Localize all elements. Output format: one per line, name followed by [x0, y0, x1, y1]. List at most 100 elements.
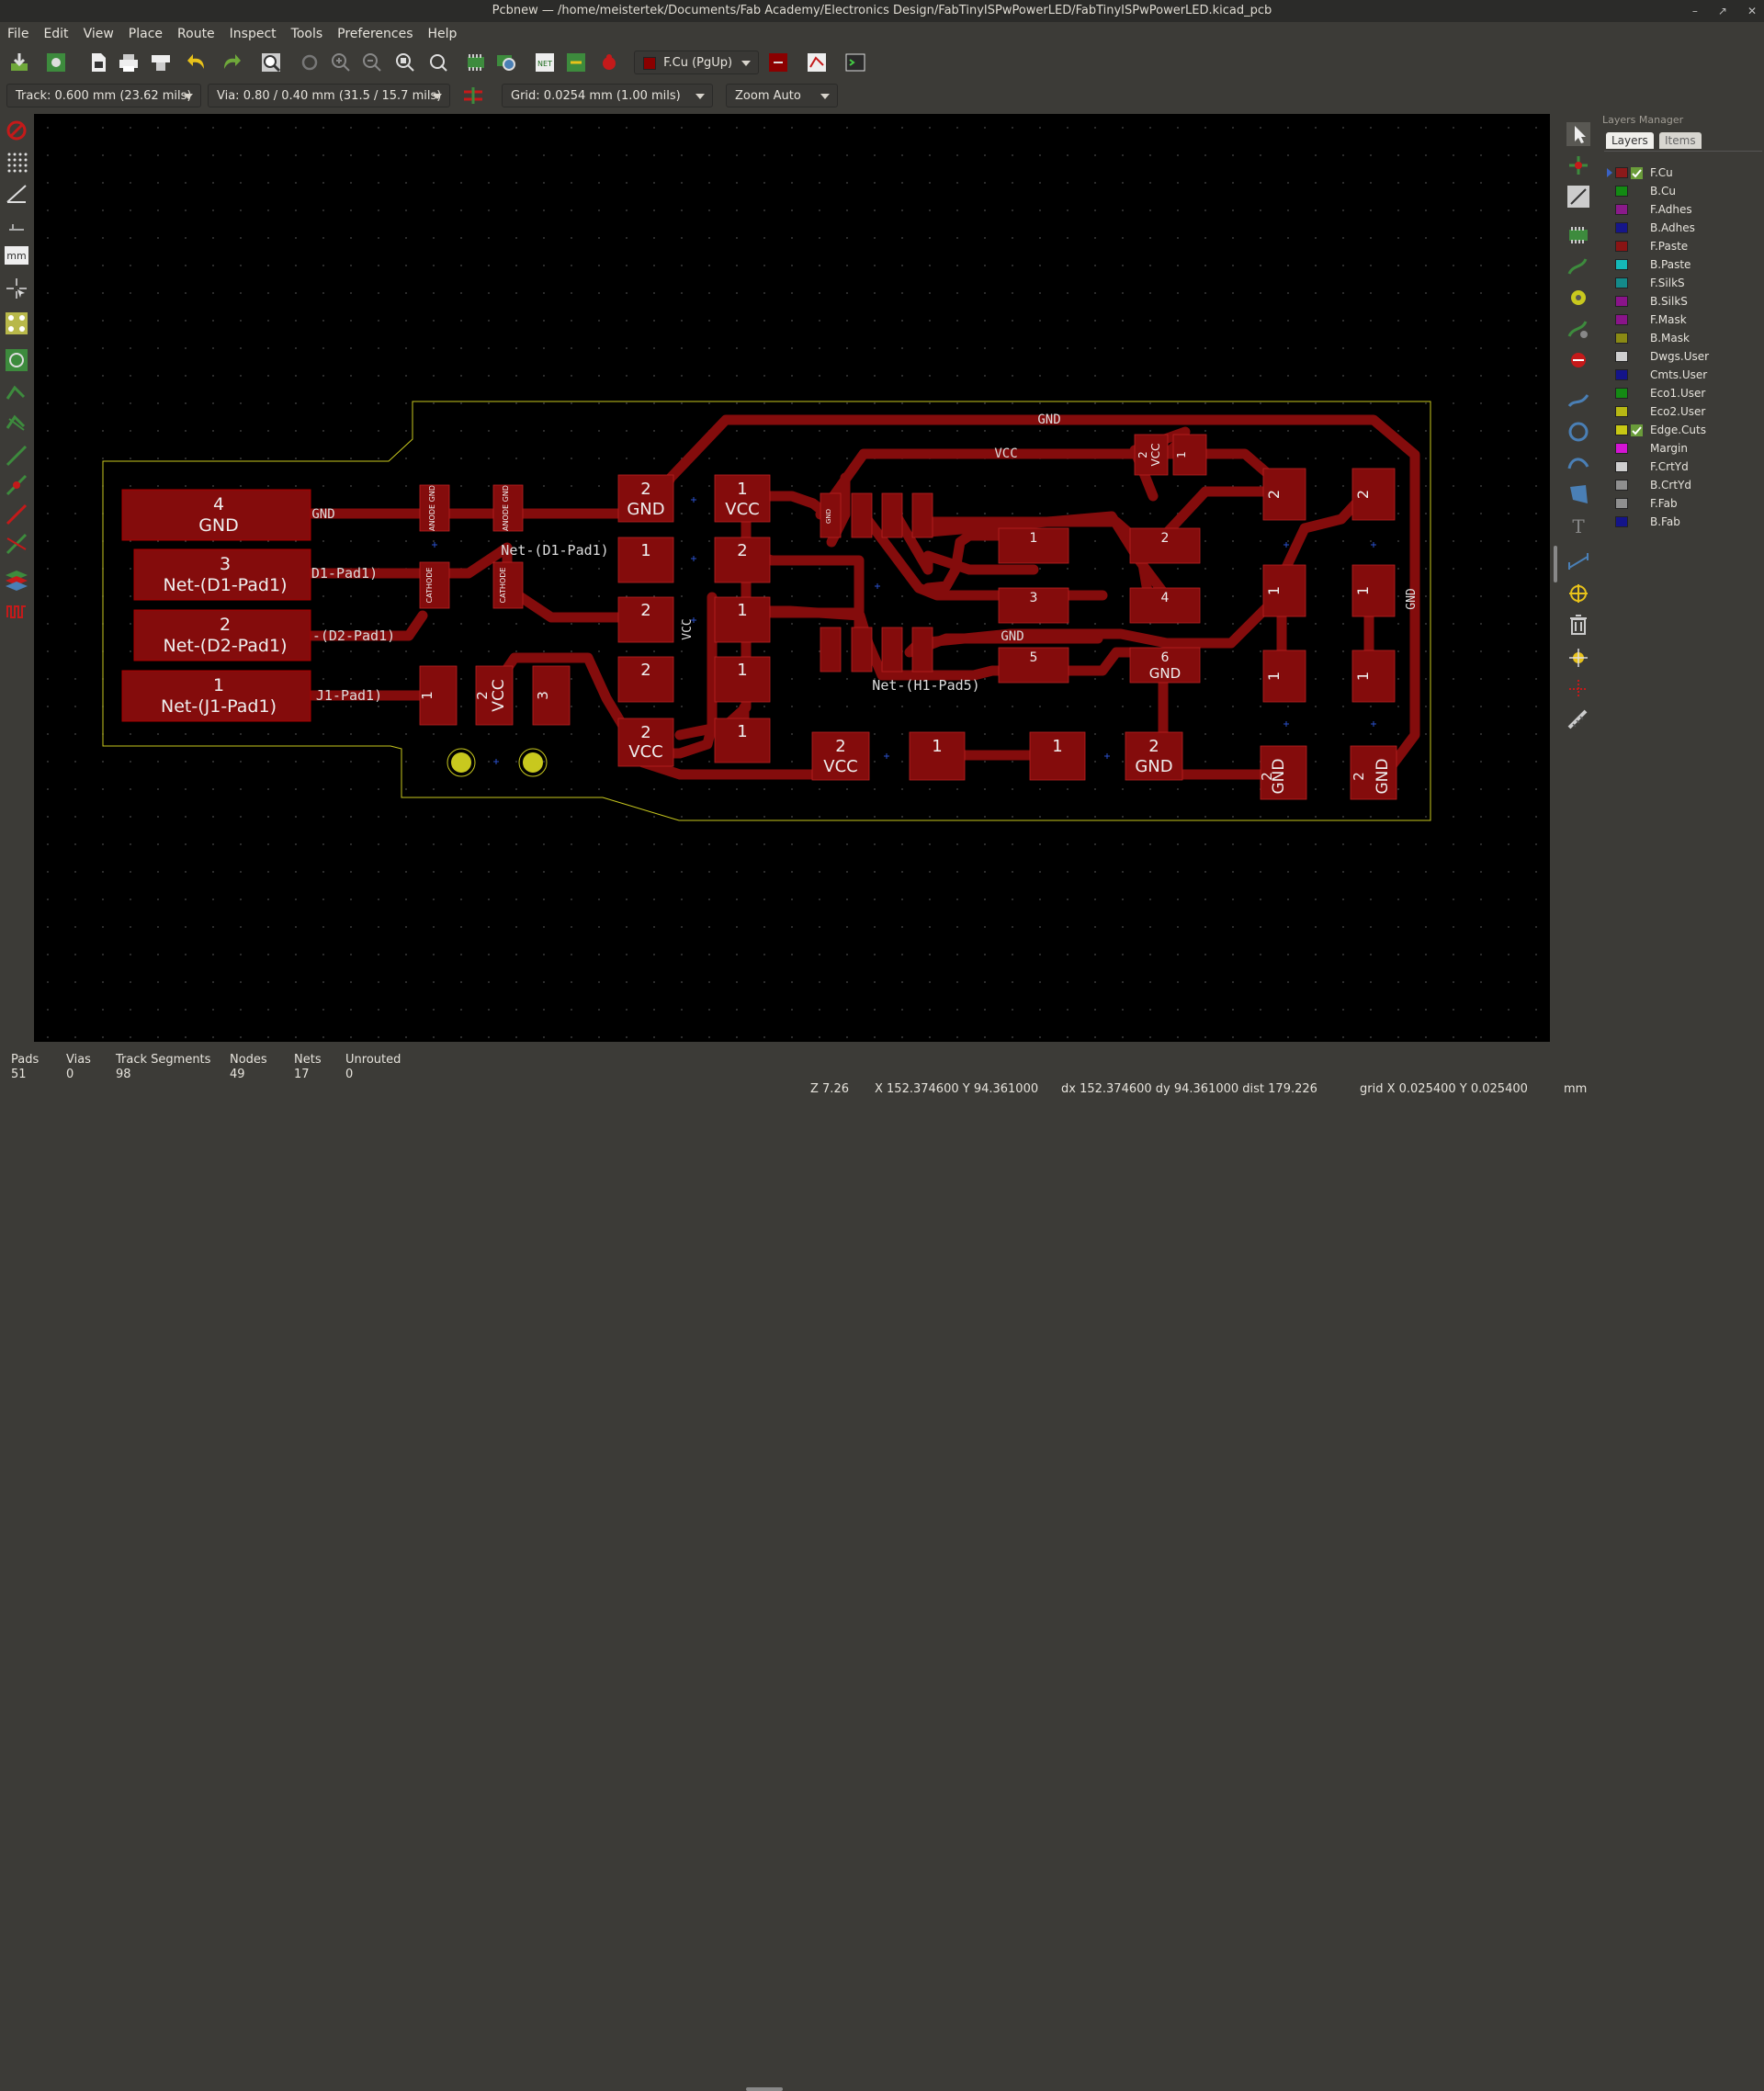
drill-origin-icon[interactable]: [1566, 645, 1591, 671]
add-footprint-icon[interactable]: [1566, 222, 1591, 248]
delete-icon[interactable]: [1566, 612, 1591, 638]
layers-manager-icon[interactable]: [4, 568, 29, 593]
layer-row[interactable]: F.Adhes: [1606, 200, 1692, 219]
layer-color-swatch[interactable]: [1615, 480, 1628, 491]
via-sketch-icon[interactable]: [4, 472, 29, 498]
menu-view[interactable]: View: [76, 27, 121, 41]
auto-track-width-icon[interactable]: [461, 84, 485, 107]
print-icon[interactable]: [117, 51, 141, 74]
via-size-select[interactable]: Via: 0.80 / 0.40 mm (31.5 / 15.7 mils) *: [208, 84, 450, 127]
layer-color-swatch[interactable]: [1615, 167, 1628, 178]
layer-color-swatch[interactable]: [1615, 351, 1628, 362]
zone-fill-icon[interactable]: [4, 347, 29, 373]
layer-color-swatch[interactable]: [1615, 406, 1628, 417]
grid-toggle-icon[interactable]: [4, 149, 29, 175]
pad-sketch-icon[interactable]: [4, 443, 29, 469]
layer-color-swatch[interactable]: [1615, 498, 1628, 509]
layer-row[interactable]: B.Fab: [1606, 513, 1680, 531]
add-via-icon[interactable]: [1566, 285, 1591, 311]
microwave-tools-icon[interactable]: [4, 599, 29, 625]
autoroute-icon[interactable]: [805, 51, 829, 74]
layer-color-swatch[interactable]: [1615, 222, 1628, 233]
zone-outline-icon[interactable]: [4, 380, 29, 406]
layer-row[interactable]: Cmts.User: [1606, 366, 1707, 384]
polar-coords-icon[interactable]: [4, 180, 29, 206]
layer-visibility-checkbox[interactable]: [1631, 314, 1643, 326]
layer-row[interactable]: B.SilkS: [1606, 292, 1688, 311]
save-icon[interactable]: [7, 51, 31, 74]
drc-icon[interactable]: [597, 51, 621, 74]
grid-origin-icon[interactable]: [1566, 676, 1591, 702]
layer-color-swatch[interactable]: [1615, 314, 1628, 325]
zoom-in-icon[interactable]: [329, 51, 353, 74]
high-contrast-icon[interactable]: [4, 531, 29, 557]
zoom-selection-icon[interactable]: [426, 51, 450, 74]
layer-color-swatch[interactable]: [1615, 296, 1628, 307]
layer-row[interactable]: B.Mask: [1606, 329, 1690, 347]
layer-row[interactable]: Margin: [1606, 439, 1688, 458]
layer-visibility-checkbox[interactable]: [1631, 516, 1643, 528]
local-ratsnest-icon[interactable]: [1566, 184, 1591, 209]
layer-visibility-checkbox[interactable]: [1631, 166, 1643, 179]
netlist-icon[interactable]: NET: [533, 51, 557, 74]
layer-row[interactable]: Edge.Cuts: [1606, 421, 1706, 439]
add-target-icon[interactable]: [1566, 581, 1591, 606]
zone-off-icon[interactable]: [4, 410, 29, 435]
layer-row[interactable]: F.Fab: [1606, 494, 1678, 513]
layer-row[interactable]: F.Paste: [1606, 237, 1688, 255]
close-button[interactable]: ✕: [1747, 0, 1757, 22]
menu-place[interactable]: Place: [121, 27, 170, 41]
minimize-button[interactable]: –: [1692, 0, 1698, 22]
undo-icon[interactable]: [186, 51, 209, 74]
layer-visibility-checkbox[interactable]: [1631, 186, 1643, 198]
layer-visibility-checkbox[interactable]: [1631, 480, 1643, 492]
highlight-net-icon[interactable]: [1566, 153, 1591, 178]
maximize-button[interactable]: ↗: [1718, 0, 1727, 22]
add-polygon-icon[interactable]: [1566, 481, 1591, 507]
layer-row[interactable]: B.Paste: [1606, 255, 1690, 274]
layer-visibility-checkbox[interactable]: [1631, 424, 1643, 436]
layer-visibility-checkbox[interactable]: [1631, 443, 1643, 455]
redo-icon[interactable]: [219, 51, 243, 74]
add-dimension-icon[interactable]: [1566, 549, 1591, 575]
add-arc-icon[interactable]: [1566, 450, 1591, 476]
layer-row[interactable]: F.Mask: [1606, 311, 1687, 329]
layer-row[interactable]: B.CrtYd: [1606, 476, 1691, 494]
layer-row[interactable]: B.Cu: [1606, 182, 1676, 200]
menu-file[interactable]: File: [0, 27, 36, 41]
menu-preferences[interactable]: Preferences: [330, 27, 420, 41]
layer-visibility-checkbox[interactable]: [1631, 296, 1643, 308]
add-zone-icon[interactable]: [1566, 347, 1591, 373]
menu-inspect[interactable]: Inspect: [222, 27, 284, 41]
layer-color-swatch[interactable]: [1615, 388, 1628, 399]
microvia-icon[interactable]: [1566, 316, 1591, 342]
route-track-icon[interactable]: [1566, 254, 1591, 279]
layer-visibility-checkbox[interactable]: [1631, 369, 1643, 381]
grid-select[interactable]: Grid: 0.0254 mm (1.00 mils): [502, 84, 713, 107]
layer-color-swatch[interactable]: [1615, 186, 1628, 197]
cursor-shape-icon[interactable]: [4, 276, 29, 301]
layer-color-swatch[interactable]: [1615, 424, 1628, 435]
ratsnest-icon[interactable]: [4, 311, 29, 336]
layer-row[interactable]: F.CrtYd: [1606, 458, 1689, 476]
menu-route[interactable]: Route: [170, 27, 222, 41]
tab-layers[interactable]: Layers: [1606, 132, 1654, 149]
add-circle-icon[interactable]: [1566, 419, 1591, 445]
layer-visibility-checkbox[interactable]: [1631, 351, 1643, 363]
layer-visibility-checkbox[interactable]: [1631, 461, 1643, 473]
horizontal-scroll-thumb[interactable]: [746, 2087, 783, 2091]
layer-color-swatch[interactable]: [1615, 241, 1628, 252]
menu-help[interactable]: Help: [421, 27, 465, 41]
scripting-console-icon[interactable]: [843, 51, 867, 74]
menu-edit[interactable]: Edit: [36, 27, 75, 41]
layer-visibility-checkbox[interactable]: [1631, 259, 1643, 271]
inch-units-icon[interactable]: [4, 211, 29, 237]
tab-items[interactable]: Items: [1659, 132, 1702, 149]
vertical-scroll-thumb[interactable]: [1554, 546, 1557, 582]
board-setup-icon[interactable]: [44, 51, 68, 74]
redraw-icon[interactable]: [298, 51, 322, 74]
track-width-select[interactable]: Track: 0.600 mm (23.62 mils) *: [6, 84, 201, 127]
layer-row[interactable]: F.SilkS: [1606, 274, 1685, 292]
layer-visibility-checkbox[interactable]: [1631, 498, 1643, 510]
layer-color-swatch[interactable]: [1615, 259, 1628, 270]
